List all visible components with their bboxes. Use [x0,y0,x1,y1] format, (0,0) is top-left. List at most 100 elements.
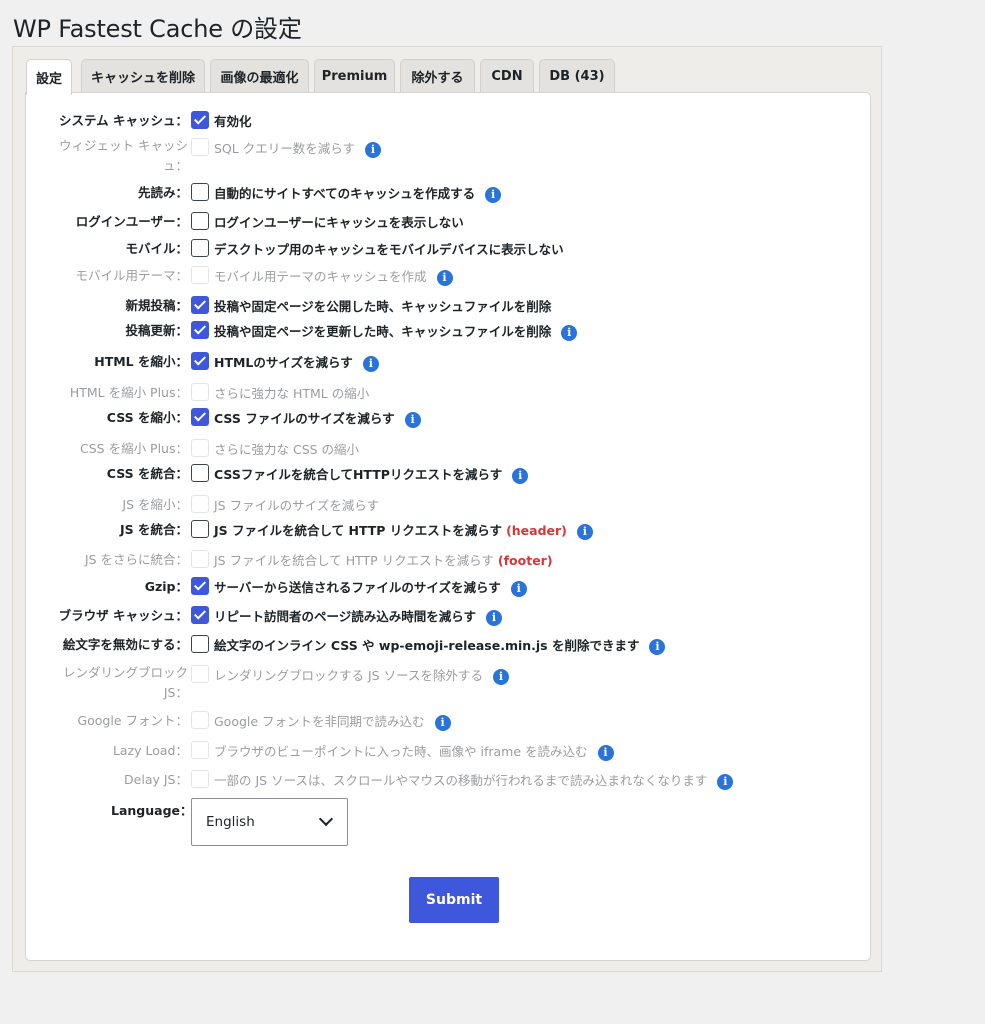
language-select[interactable]: English [191,798,348,846]
setting-label: モバイル用テーマ： [75,268,188,283]
setting-row: CSS を縮小 Plus： さらに強力な CSS の縮小 [0,438,985,462]
setting-label: システム キャッシュ： [59,113,188,128]
setting-checkbox[interactable] [191,239,209,257]
tab-premium[interactable]: Premium [314,59,395,93]
setting-option-text: Google フォントを非同期で読み込む [214,714,425,729]
setting-option: 有効化 [214,114,252,130]
info-circle-icon[interactable]: i [576,524,593,540]
tab-cdn[interactable]: CDN [480,59,534,93]
setting-option-text: SQL クエリー数を減らす [214,141,355,156]
setting-checkbox[interactable] [191,577,209,595]
info-circle-icon[interactable]: i [485,187,502,203]
setting-option: 一部の JS ソースは、スクロールやマウスの移動が行われるまで読み込まれなくなり… [214,773,734,790]
info-circle-icon[interactable]: i [364,142,381,158]
info-circle-icon[interactable]: i [649,639,666,655]
setting-checkbox [191,266,209,284]
setting-row: 先読み： 自動的にサイトすべてのキャッシュを作成する i [0,182,985,206]
tab-delete-cache[interactable]: キャッシュを削除 [81,59,205,93]
setting-option-text: さらに強力な CSS の縮小 [214,442,360,457]
info-circle-icon[interactable]: i [434,715,451,731]
setting-option: CSSファイルを統合してHTTPリクエストを減らす i [214,467,529,484]
info-circle-icon[interactable]: i [486,610,503,626]
setting-label: 先読み： [137,185,188,200]
setting-option-text: JS ファイルのサイズを減らす [214,498,379,513]
setting-row: システム キャッシュ： 有効化 [0,110,985,134]
setting-row: 絵文字を無効にする： 絵文字のインライン CSS や wp-emoji-relea… [0,634,985,658]
setting-label: JS を統合： [119,522,188,537]
setting-row: CSS を縮小： CSS ファイルのサイズを減らす i [0,407,985,431]
info-circle-icon[interactable]: i [561,325,578,341]
setting-row: ブラウザ キャッシュ： リピート訪問者のページ読み込み時間を減らす i [0,605,985,629]
setting-checkbox[interactable] [191,212,209,230]
setting-option: ブラウザのビューポイントに入った時、画像や iframe を読み込む i [214,744,614,761]
submit-button[interactable]: Submit [409,877,499,923]
setting-option-text: JS ファイルを統合して HTTP リクエストを減らす [214,523,503,538]
setting-position-tag: (header) [506,523,567,538]
setting-option-text: ブラウザのビューポイントに入った時、画像や iframe を読み込む [214,744,588,759]
setting-checkbox[interactable] [191,111,209,129]
setting-checkbox[interactable] [191,635,209,653]
setting-checkbox[interactable] [191,183,209,201]
info-circle-icon[interactable]: i [492,669,509,685]
tab-exclude[interactable]: 除外する [400,59,475,93]
setting-option: リピート訪問者のページ読み込み時間を減らす i [214,609,503,626]
setting-checkbox[interactable] [191,296,209,314]
info-circle-icon[interactable]: i [404,412,421,428]
setting-checkbox [191,138,209,156]
setting-checkbox [191,383,209,401]
setting-label: ブラウザ キャッシュ： [58,608,188,623]
setting-label: Google フォント： [77,713,188,728]
tab-image-optimization[interactable]: 画像の最適化 [210,59,309,93]
info-circle-icon[interactable]: i [510,581,527,597]
setting-option: デスクトップ用のキャッシュをモバイルデバイスに表示しない [214,242,564,258]
setting-label: ウィジェット キャッシュ： [59,138,188,173]
setting-label: モバイル： [125,241,188,256]
setting-row: Google フォント： Google フォントを非同期で読み込む i [0,710,985,734]
info-circle-icon[interactable]: i [512,468,529,484]
setting-label: CSS を縮小： [106,410,188,425]
info-circle-icon[interactable]: i [597,745,614,761]
setting-checkbox[interactable] [191,606,209,624]
setting-option-text: 一部の JS ソースは、スクロールやマウスの移動が行われるまで読み込まれなくなり… [214,773,708,788]
setting-option: さらに強力な CSS の縮小 [214,442,359,458]
setting-option: CSS ファイルのサイズを減らす i [214,411,421,428]
setting-option: JS ファイルのサイズを減らす [214,498,379,514]
info-circle-icon[interactable]: i [436,270,453,286]
setting-checkbox [191,770,209,788]
setting-option-text: サーバーから送信されるファイルのサイズを減らす [214,580,501,595]
tab-settings[interactable]: 設定 [26,59,72,95]
setting-checkbox[interactable] [191,321,209,339]
setting-row: モバイル用テーマ： モバイル用テーマのキャッシュを作成 i [0,265,985,289]
setting-label: Delay JS： [124,772,188,787]
setting-option: モバイル用テーマのキャッシュを作成 i [214,269,453,286]
setting-row: HTML を縮小： HTMLのサイズを減らす i [0,351,985,375]
setting-option-text: ログインユーザーにキャッシュを表示しない [214,215,464,230]
setting-option: ログインユーザーにキャッシュを表示しない [214,215,464,231]
setting-position-tag: (footer) [497,553,553,568]
setting-row: ウィジェット キャッシュ： SQL クエリー数を減らす i [0,137,985,173]
setting-option: SQL クエリー数を減らす i [214,141,381,158]
setting-label: HTML を縮小 Plus： [69,385,188,400]
tab-db[interactable]: DB (43) [539,59,615,93]
setting-checkbox [191,665,209,683]
setting-checkbox[interactable] [191,520,209,538]
setting-row: 新規投稿： 投稿や固定ページを公開した時、キャッシュファイルを削除 [0,295,985,319]
setting-checkbox[interactable] [191,352,209,370]
setting-label: JS をさらに統合： [84,552,188,567]
setting-checkbox [191,439,209,457]
setting-option-text: CSSファイルを統合してHTTPリクエストを減らす [214,467,503,482]
setting-label: CSS を統合： [106,466,188,481]
setting-option-text: モバイル用テーマのキャッシュを作成 [214,269,427,284]
setting-row: レンダリングブロック JS： レンダリングブロックする JS ソースを除外する i [0,664,985,700]
info-circle-icon[interactable]: i [362,356,379,372]
setting-checkbox[interactable] [191,464,209,482]
setting-label: 投稿更新： [125,323,188,338]
chevron-down-icon [318,811,334,827]
setting-label: Gzip： [144,579,188,594]
info-circle-icon[interactable]: i [717,774,734,790]
setting-option: サーバーから送信されるファイルのサイズを減らす i [214,580,527,597]
setting-row: ログインユーザー： ログインユーザーにキャッシュを表示しない [0,211,985,235]
setting-checkbox[interactable] [191,408,209,426]
setting-row: Lazy Load： ブラウザのビューポイントに入った時、画像や iframe を… [0,740,985,764]
setting-label: 新規投稿： [125,298,188,313]
